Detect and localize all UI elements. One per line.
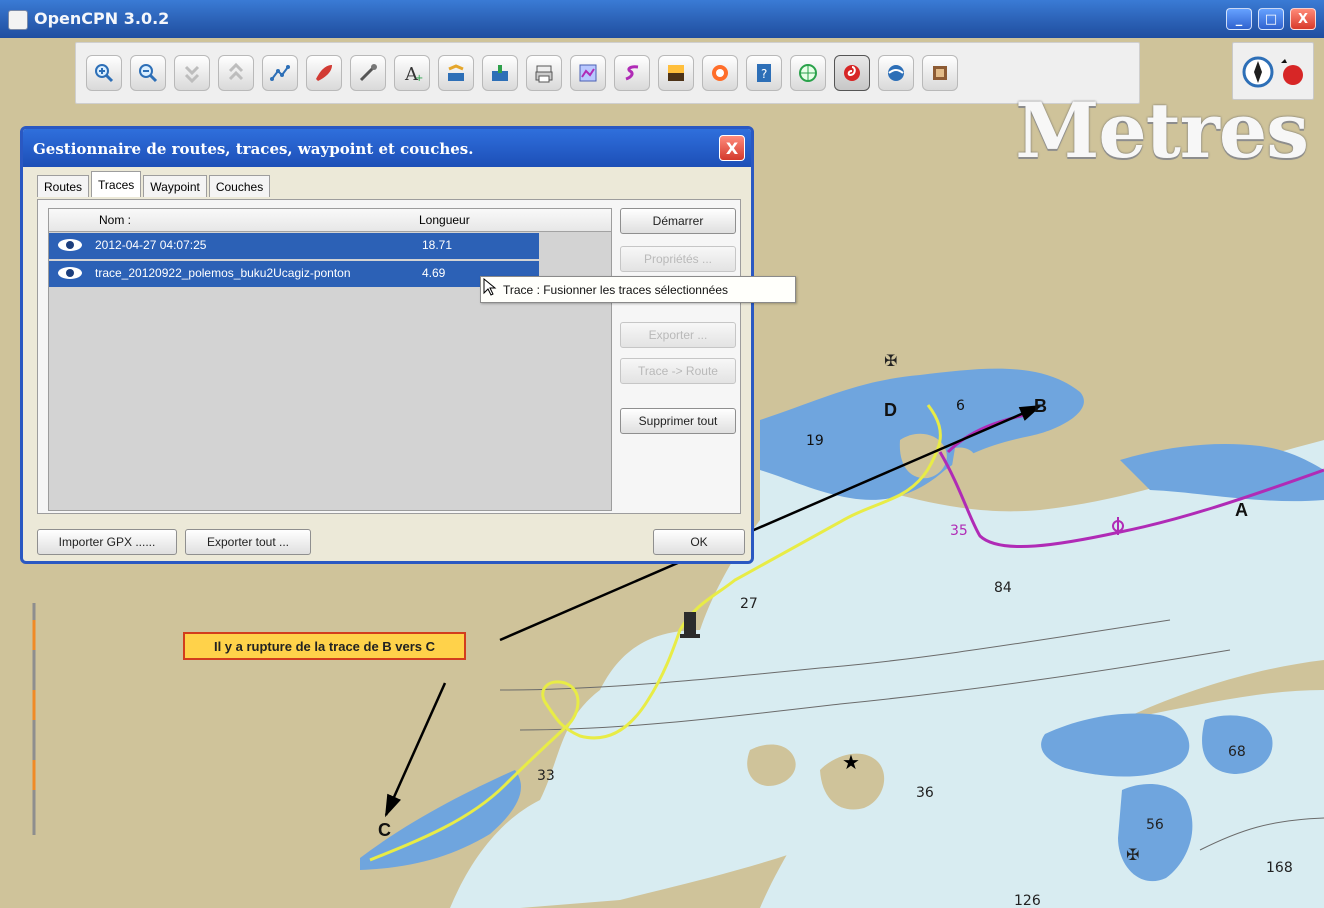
svg-text:✠: ✠ bbox=[884, 351, 897, 370]
trace-length: 18.71 bbox=[422, 238, 453, 252]
star-icon: ★ bbox=[842, 750, 860, 774]
trace-name: 2012-04-27 04:07:25 bbox=[95, 238, 207, 252]
properties-button[interactable]: Propriétés ... bbox=[620, 246, 736, 272]
wreck-icon: ✠ bbox=[884, 351, 897, 370]
start-button[interactable]: Démarrer bbox=[620, 208, 736, 234]
trace-row[interactable]: trace_20120922_polemos_buku2Ucagiz-ponto… bbox=[49, 261, 539, 287]
depth-label: 36 bbox=[916, 785, 934, 801]
mouse-cursor-icon bbox=[483, 278, 497, 296]
dialog-title: Gestionnaire de routes, traces, waypoint… bbox=[33, 140, 474, 158]
google-earth-icon[interactable] bbox=[878, 55, 914, 91]
tab-traces[interactable]: Traces bbox=[91, 171, 142, 197]
export-all-button[interactable]: Exporter tout ... bbox=[185, 529, 311, 555]
svg-text:★: ★ bbox=[842, 750, 860, 774]
trace-name: trace_20120922_polemos_buku2Ucagiz-ponto… bbox=[95, 266, 351, 280]
window-title: OpenCPN 3.0.2 bbox=[34, 9, 170, 28]
currents-icon[interactable] bbox=[438, 55, 474, 91]
depth-label: 68 bbox=[1228, 744, 1246, 760]
label-b: B bbox=[1034, 396, 1047, 416]
route-manager-icon[interactable] bbox=[570, 55, 606, 91]
radar-icon[interactable] bbox=[790, 55, 826, 91]
mob-icon[interactable] bbox=[702, 55, 738, 91]
help-icon[interactable]: ? bbox=[746, 55, 782, 91]
dialog-close-button[interactable]: X bbox=[719, 135, 745, 161]
depth-label: 126 bbox=[1014, 893, 1041, 908]
record-track-icon[interactable] bbox=[834, 55, 870, 91]
tab-waypoint[interactable]: Waypoint bbox=[143, 175, 207, 197]
column-header-name[interactable]: Nom : bbox=[99, 213, 131, 227]
delete-all-button[interactable]: Supprimer tout bbox=[620, 408, 736, 434]
zoom-in-icon[interactable] bbox=[86, 55, 122, 91]
main-toolbar: A + ? bbox=[75, 42, 1140, 104]
depth-label: 35 bbox=[950, 523, 968, 539]
depth-label: 56 bbox=[1146, 817, 1164, 833]
visibility-eye-icon[interactable] bbox=[57, 237, 83, 253]
tides-icon[interactable] bbox=[482, 55, 518, 91]
dialog-titlebar: Gestionnaire de routes, traces, waypoint… bbox=[23, 129, 751, 167]
tab-couches[interactable]: Couches bbox=[208, 175, 271, 197]
column-header-length[interactable]: Longueur bbox=[419, 213, 470, 227]
traces-list-header: Nom : Longueur bbox=[49, 209, 611, 232]
scale-out-icon[interactable] bbox=[218, 55, 254, 91]
track-to-route-button[interactable]: Trace -> Route bbox=[620, 358, 736, 384]
depth-label: 27 bbox=[740, 596, 758, 612]
follow-boat-icon[interactable] bbox=[306, 55, 342, 91]
depth-label: 19 bbox=[806, 433, 824, 449]
traces-panel: Nom : Longueur 2012-04-27 04:07:25 18.71… bbox=[37, 199, 741, 514]
plugin-icon[interactable] bbox=[922, 55, 958, 91]
window-titlebar: OpenCPN 3.0.2 _ □ X bbox=[0, 0, 1324, 38]
color-scheme-icon[interactable] bbox=[658, 55, 694, 91]
ok-button[interactable]: OK bbox=[653, 529, 745, 555]
merge-traces-tooltip: Trace : Fusionner les traces sélectionné… bbox=[480, 276, 796, 303]
maximize-button[interactable]: □ bbox=[1258, 8, 1284, 30]
visibility-eye-icon[interactable] bbox=[57, 265, 83, 281]
window-controls: _ □ X bbox=[1226, 8, 1316, 30]
dialog-tabs: Routes Traces Waypoint Couches bbox=[37, 171, 272, 199]
depth-label: 168 bbox=[1266, 860, 1293, 876]
zoom-out-icon[interactable] bbox=[130, 55, 166, 91]
import-gpx-button[interactable]: Importer GPX ...... bbox=[37, 529, 177, 555]
text-icon[interactable]: A + bbox=[394, 55, 430, 91]
track-icon[interactable] bbox=[614, 55, 650, 91]
trace-length: 4.69 bbox=[422, 266, 446, 280]
route-track-manager-dialog: Gestionnaire de routes, traces, waypoint… bbox=[20, 126, 754, 564]
scale-in-icon[interactable] bbox=[174, 55, 210, 91]
units-label: Metres bbox=[1015, 86, 1309, 175]
annotation-callout: Il y a rupture de la trace de B vers C bbox=[183, 632, 466, 660]
svg-text:+: + bbox=[415, 73, 423, 84]
label-a: A bbox=[1235, 500, 1248, 520]
svg-text:✠: ✠ bbox=[1126, 845, 1139, 864]
route-icon[interactable] bbox=[262, 55, 298, 91]
tab-routes[interactable]: Routes bbox=[37, 175, 90, 197]
app-icon bbox=[8, 10, 28, 30]
export-button[interactable]: Exporter ... bbox=[620, 322, 736, 348]
label-d: D bbox=[884, 400, 897, 420]
settings-icon[interactable] bbox=[350, 55, 386, 91]
close-button[interactable]: X bbox=[1290, 8, 1316, 30]
traces-list[interactable]: Nom : Longueur 2012-04-27 04:07:25 18.71… bbox=[48, 208, 612, 511]
svg-text:?: ? bbox=[761, 67, 767, 81]
wreck-icon-2: ✠ bbox=[1126, 845, 1139, 864]
gps-status-icon bbox=[1283, 65, 1303, 85]
depth-label: 6 bbox=[956, 398, 965, 414]
depth-label: 33 bbox=[537, 768, 555, 784]
trace-row[interactable]: 2012-04-27 04:07:25 18.71 bbox=[49, 233, 539, 259]
print-icon[interactable] bbox=[526, 55, 562, 91]
label-c: C bbox=[378, 820, 391, 840]
depth-label: 84 bbox=[994, 580, 1012, 596]
minimize-button[interactable]: _ bbox=[1226, 8, 1252, 30]
